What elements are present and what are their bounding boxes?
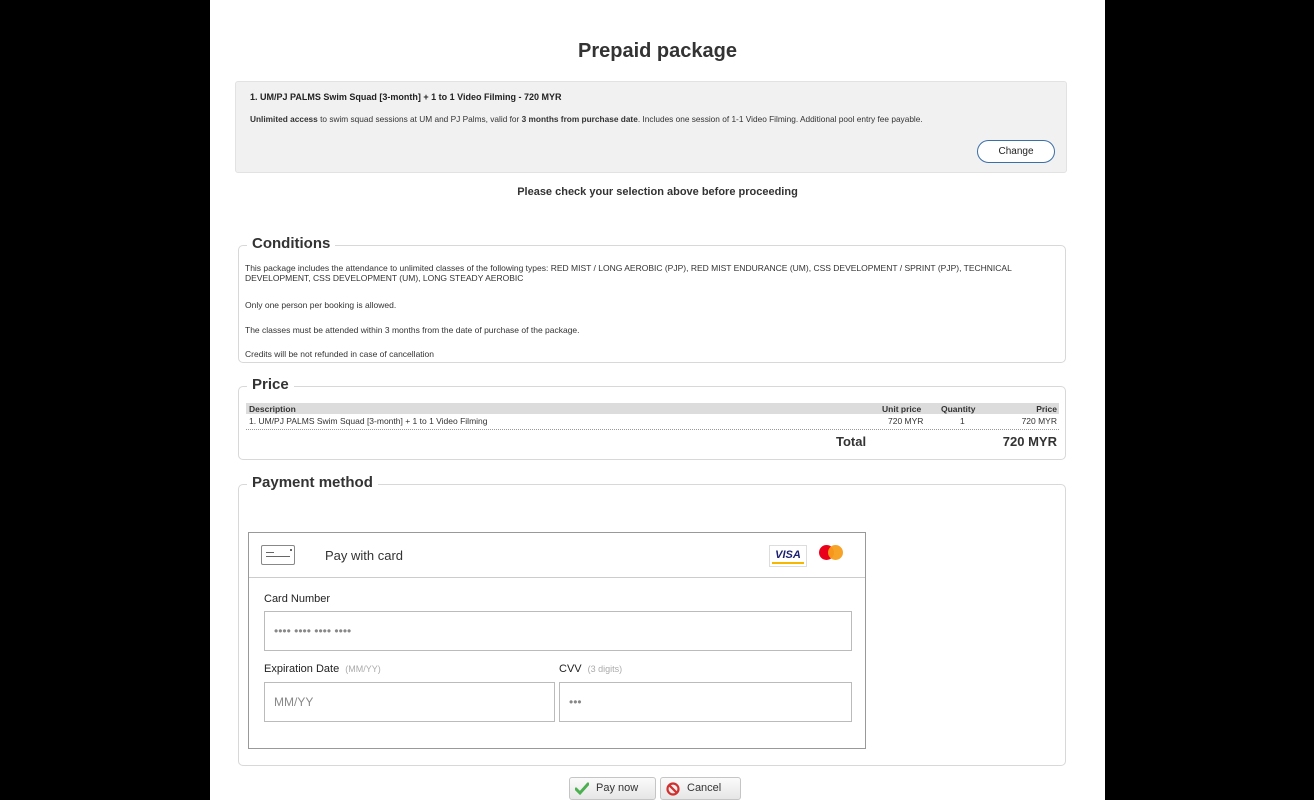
card-number-field[interactable]: •••• •••• •••• •••• [264,611,852,651]
price-table-header: Description Unit price Quantity Price [246,403,1059,414]
card-title: Pay with card [325,548,404,563]
desc-text-2: . Includes one session of 1-1 Video Film… [637,114,923,124]
page-title: Prepaid package [578,40,737,62]
condition-item: The classes must be attended within 3 mo… [245,325,580,335]
expiration-hint: (MM/YY) [345,664,381,674]
check-selection-message: Please check your selection above before… [517,186,798,198]
table-row: 1. UM/PJ PALMS Swim Squad [3-month] + 1 … [246,415,1059,426]
package-description: Unlimited access to swim squad sessions … [250,114,1060,124]
cvv-field[interactable]: ••• [559,682,852,722]
pay-now-button[interactable]: Pay now [569,777,656,800]
header-quantity: Quantity [941,404,976,414]
row-unit-price: 720 MYR [888,416,924,426]
credit-card-icon [261,545,295,565]
checkmark-icon [575,782,589,796]
row-price: 720 MYR [1021,416,1057,426]
condition-item: Only one person per booking is allowed. [245,300,397,310]
desc-bold-1: Unlimited access [250,114,318,124]
row-description: 1. UM/PJ PALMS Swim Squad [3-month] + 1 … [249,416,488,426]
card-header: Pay with card VISA [249,533,865,578]
row-quantity: 1 [960,416,965,426]
price-section: Price Description Unit price Quantity Pr… [238,376,1066,460]
conditions-section: Conditions This package includes the att… [238,235,1066,363]
header-unit-price: Unit price [882,404,922,414]
payment-section: Payment method Pay with card VISA Card N… [238,474,1066,766]
cancel-button[interactable]: Cancel [660,777,741,800]
pay-now-label: Pay now [596,782,639,794]
condition-item: Credits will be not refunded in case of … [245,349,434,359]
desc-text-1: to swim squad sessions at UM and PJ Palm… [317,114,522,124]
expiration-field[interactable]: MM/YY [264,682,555,722]
header-price: Price [1036,404,1057,414]
header-description: Description [249,404,296,414]
conditions-legend: Conditions [247,235,336,252]
card-payment-box: Pay with card VISA Card Number •••• ••••… [248,532,866,749]
total-label: Total [836,434,867,449]
visa-logo: VISA [769,545,807,567]
cvv-hint: (3 digits) [587,664,623,674]
mastercard-logo [817,543,847,567]
package-name: 1. UM/PJ PALMS Swim Squad [3-month] + 1 … [250,92,562,102]
total-divider [246,429,1059,430]
package-summary: 1. UM/PJ PALMS Swim Squad [3-month] + 1 … [235,81,1067,173]
page-container: Prepaid package 1. UM/PJ PALMS Swim Squa… [210,0,1105,800]
payment-legend: Payment method [247,474,378,491]
total-value: 720 MYR [1002,434,1057,449]
cancel-icon [666,782,680,796]
condition-item: This package includes the attendance to … [245,263,1012,283]
card-number-label: Card Number [264,593,331,605]
cvv-label: CVV (3 digits) [559,663,623,675]
desc-bold-2: 3 months from purchase date [521,114,638,124]
change-button[interactable]: Change [977,140,1055,163]
expiration-label: Expiration Date (MM/YY) [264,663,381,675]
price-legend: Price [247,376,294,393]
cancel-label: Cancel [687,782,722,794]
